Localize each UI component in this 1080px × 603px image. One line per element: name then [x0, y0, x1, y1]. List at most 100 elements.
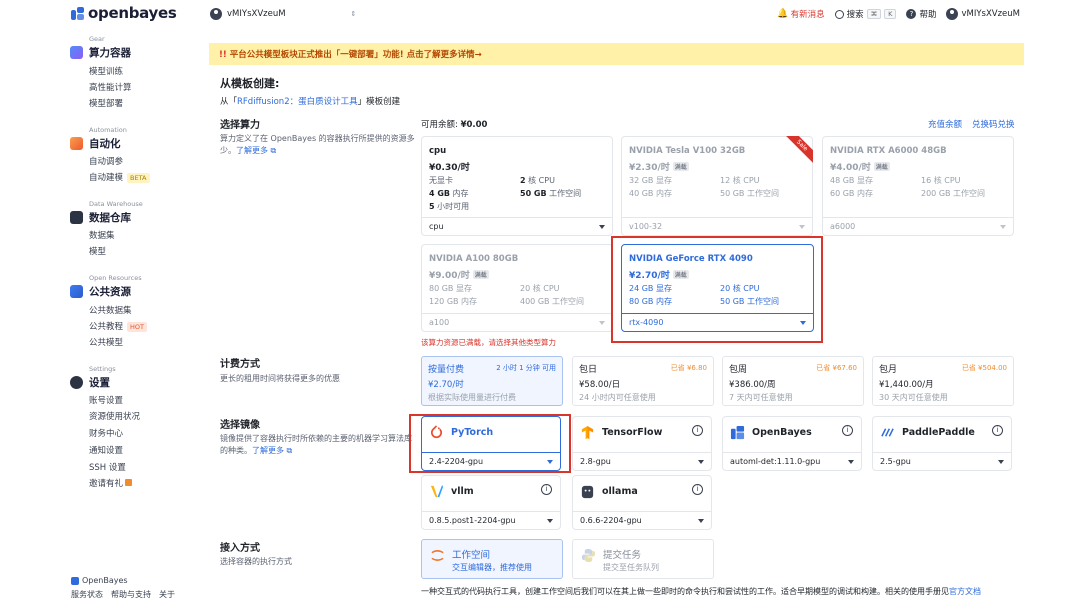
sidebar-item-finance[interactable]: 财务中心	[89, 427, 123, 439]
section-title: 自动化	[89, 138, 121, 150]
sidebar-item-hpc[interactable]: 高性能计算	[89, 81, 132, 93]
news-button[interactable]: 🔔 有新消息	[777, 8, 824, 20]
sidebar-item-deploy[interactable]: 模型部署	[89, 97, 123, 109]
image-option-tensorflow[interactable]: TensorFlow i 2.8-gpu	[572, 416, 712, 471]
compute-card-v100[interactable]: Sale NVIDIA Tesla V100 32GB ¥2.30/时 满载 32…	[621, 136, 813, 236]
brand-name: openbayes	[88, 4, 177, 22]
access-option-workspace[interactable]: 工作空间 交互编辑器，推荐使用	[421, 539, 563, 579]
sale-ribbon: Sale	[785, 136, 813, 164]
sidebar: openbayes Gear 算力容器 模型训练 高性能计算 模型部署 Auto…	[0, 0, 200, 603]
sidebar-item-usage[interactable]: 资源使用状况	[89, 410, 140, 422]
account-switcher[interactable]: vMIYsXVzeuM ⇕	[210, 8, 356, 20]
sidebar-item-models[interactable]: 模型	[89, 245, 106, 257]
footer-link-status[interactable]: 服务状态	[71, 589, 103, 600]
sidebar-item-account[interactable]: 账号设置	[89, 394, 123, 406]
section-title: 算力容器	[89, 47, 131, 59]
sidebar-item-ssh[interactable]: SSH 设置	[89, 461, 126, 473]
compute-label: 选择算力	[220, 120, 260, 131]
billing-title: 包月	[879, 365, 898, 375]
sidebar-item-datasets[interactable]: 数据集	[89, 229, 115, 241]
sidebar-item-public-models[interactable]: 公共模型	[89, 336, 123, 348]
openbayes-logo-icon	[71, 6, 84, 20]
billing-price: ¥1,440.00/月	[879, 380, 934, 390]
footer-link-help[interactable]: 帮助与支持	[111, 589, 151, 600]
billing-note: 已省 ¥504.00	[961, 364, 1007, 372]
announcement-banner[interactable]: !! 平台公共模型板块正式推出「一键部署」功能! 点击了解更多详情→	[209, 43, 1024, 65]
sidebar-section-data[interactable]: 数据仓库	[70, 210, 131, 225]
access-option-task[interactable]: 提交任务 提交至任务队列	[572, 539, 714, 579]
billing-option-day[interactable]: 包日 已省 ¥6.80 ¥58.00/日 24 小时内可任意使用	[572, 356, 714, 406]
compute-select-a6000[interactable]: a6000	[823, 217, 1013, 235]
beta-badge: BETA	[127, 173, 150, 183]
image-learn-more[interactable]: 了解更多	[252, 446, 284, 455]
vllm-icon	[430, 484, 444, 498]
full-badge: 满载	[472, 270, 489, 279]
sidebar-item-automl[interactable]: 自动建模 BETA	[89, 171, 150, 183]
brand-logo[interactable]: openbayes	[71, 4, 177, 22]
sidebar-section-settings[interactable]: 设置	[70, 375, 110, 390]
banner-text: 平台公共模型板块正式推出「一键部署」功能! 点击了解更多详情→	[229, 50, 482, 60]
sidebar-section-automation[interactable]: 自动化	[70, 136, 121, 151]
image-option-vllm[interactable]: vllm i 0.8.5.post1-2204-gpu	[421, 475, 561, 530]
compute-select-cpu[interactable]: cpu	[422, 217, 612, 235]
redeem-link[interactable]: 兑换码兑换	[972, 118, 1015, 130]
gift-icon	[125, 479, 133, 486]
compute-select-v100[interactable]: v100-32	[622, 217, 812, 235]
price-value: ¥9.00/时	[429, 271, 470, 281]
compute-learn-more[interactable]: 了解更多	[236, 146, 268, 155]
sidebar-section-gear[interactable]: 算力容器	[70, 45, 131, 60]
footer-link-about[interactable]: 关于	[159, 589, 175, 600]
billing-option-payg[interactable]: 按量付费 2 小时 1 分钟 可用 ¥2.70/时 根据实际使用量进行付费	[421, 356, 563, 406]
access-name: 工作空间	[452, 550, 491, 561]
sidebar-item-public-datasets[interactable]: 公共数据集	[89, 304, 132, 316]
billing-option-month[interactable]: 包月 已省 ¥504.00 ¥1,440.00/月 30 天内可任意使用	[872, 356, 1014, 406]
external-link-icon: ⧉	[270, 146, 277, 155]
billing-option-week[interactable]: 包周 已省 ¥67.60 ¥386.00/周 7 天内可任意使用	[722, 356, 864, 406]
info-icon[interactable]: i	[692, 425, 703, 436]
card-spec: 80 GB 显存	[429, 284, 472, 293]
footer-links: 服务状态 帮助与支持 关于	[71, 589, 175, 600]
image-version-select[interactable]: automl-det:1.11.0-gpu	[723, 452, 861, 470]
info-icon[interactable]: i	[541, 484, 552, 495]
card-spec: 32 GB 显存	[629, 176, 672, 185]
template-source: 从「RFdiffusion2：蛋白质设计工具」模板创建	[220, 95, 400, 107]
sidebar-section-open[interactable]: 公共资源	[70, 284, 131, 299]
image-version-select[interactable]: 0.6.6-2204-gpu	[573, 511, 711, 529]
sidebar-item-public-tutorials[interactable]: 公共教程 HOT	[89, 320, 147, 332]
section-settings-en: Settings	[89, 365, 116, 373]
card-price: ¥2.30/时 满载	[629, 160, 689, 173]
image-version-select[interactable]: 2.8-gpu	[573, 452, 711, 470]
compute-card-a6000[interactable]: NVIDIA RTX A6000 48GB ¥4.00/时 满载 48 GB 显存…	[822, 136, 1014, 236]
cube-icon	[70, 46, 83, 59]
user-menu[interactable]: vMIYsXVzeuM	[946, 8, 1020, 20]
access-name: 提交任务	[603, 550, 642, 561]
sidebar-item-notifications[interactable]: 通知设置	[89, 444, 123, 456]
card-spec: 50 GB 工作空间	[520, 189, 582, 198]
sidebar-item-invite[interactable]: 邀请有礼	[89, 477, 133, 489]
access-sub: 提交至任务队列	[603, 563, 659, 572]
sidebar-item-train[interactable]: 模型训练	[89, 65, 123, 77]
template-link[interactable]: RFdiffusion2：蛋白质设计工具	[237, 97, 358, 107]
openbayes-logo-icon	[71, 576, 79, 585]
billing-price: ¥386.00/周	[729, 380, 776, 390]
compute-card-cpu[interactable]: cpu ¥0.30/时 无显卡 2 核 CPU 4 GB 内存 50 GB 工作…	[421, 136, 613, 236]
image-option-openbayes[interactable]: OpenBayes i automl-det:1.11.0-gpu	[722, 416, 862, 471]
compute-card-a100[interactable]: NVIDIA A100 80GB ¥9.00/时 满载 80 GB 显存 20 核…	[421, 244, 613, 332]
image-option-paddlepaddle[interactable]: PaddlePaddle i 2.5-gpu	[872, 416, 1012, 471]
info-icon[interactable]: i	[992, 425, 1003, 436]
image-version-select[interactable]: 2.5-gpu	[873, 452, 1011, 470]
image-name: ollama	[602, 486, 638, 497]
image-option-ollama[interactable]: ollama i 0.6.6-2204-gpu	[572, 475, 712, 530]
help-button[interactable]: ? 帮助	[906, 8, 936, 20]
hot-badge: HOT	[127, 322, 147, 332]
sidebar-item-autotune[interactable]: 自动调参	[89, 155, 123, 167]
item-label: 公共教程	[89, 322, 124, 332]
image-version-select[interactable]: 0.8.5.post1-2204-gpu	[422, 511, 560, 529]
docs-link[interactable]: 官方文档	[949, 587, 981, 596]
info-icon[interactable]: i	[842, 425, 853, 436]
recharge-link[interactable]: 充值余额	[928, 118, 962, 130]
info-icon[interactable]: i	[692, 484, 703, 495]
search-button[interactable]: 搜索 ⌘ K	[834, 8, 897, 20]
compute-select-a100[interactable]: a100	[422, 313, 612, 331]
item-label: 自动建模	[89, 173, 124, 183]
